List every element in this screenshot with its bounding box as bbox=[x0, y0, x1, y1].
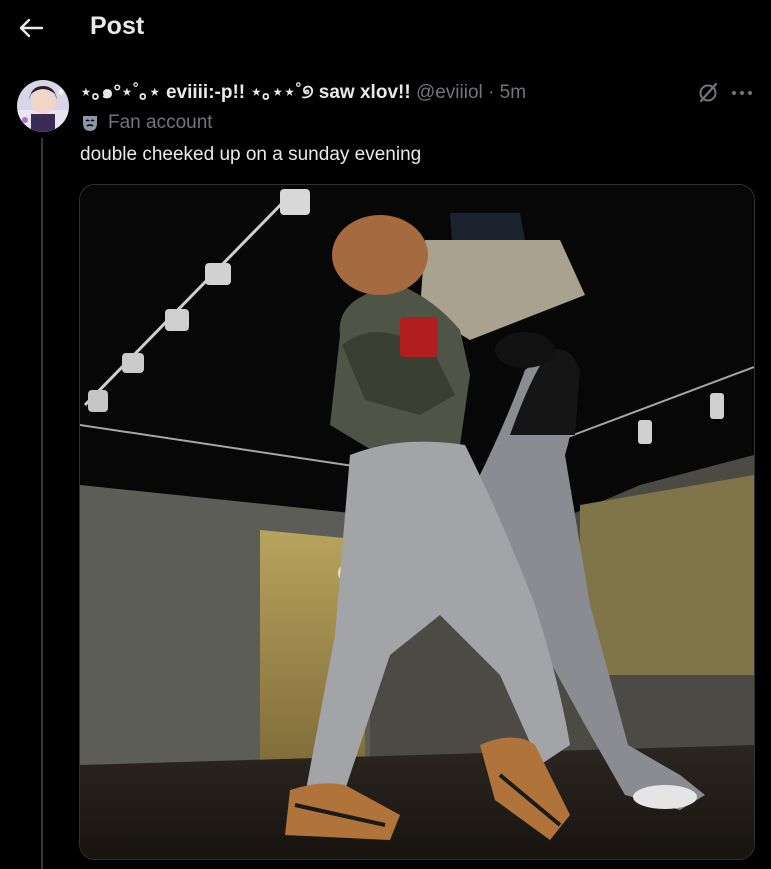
post-time[interactable]: 5m bbox=[500, 82, 526, 103]
post-header: ⋆｡๑°⋆˚｡⋆ eviiii:-p!! ⋆｡⋆⋆˚୭ saw xlov!! @… bbox=[80, 82, 526, 104]
account-label-text: Fan account bbox=[108, 112, 213, 133]
grok-icon[interactable] bbox=[696, 81, 720, 105]
top-bar: Post bbox=[0, 0, 771, 58]
post-text: double cheeked up on a sunday evening bbox=[80, 144, 422, 165]
display-name[interactable]: ⋆｡๑°⋆˚｡⋆ eviiii:-p!! ⋆｡⋆⋆˚୭ saw xlov!! bbox=[80, 82, 411, 103]
theater-mask-icon bbox=[80, 113, 100, 133]
avatar[interactable] bbox=[17, 80, 69, 132]
user-handle[interactable]: @eviiiol bbox=[416, 82, 483, 103]
page-title: Post bbox=[90, 12, 145, 40]
dance-studio-image bbox=[80, 185, 754, 859]
thread-line bbox=[41, 138, 43, 869]
post-media-image[interactable] bbox=[79, 184, 755, 860]
arrow-left-icon[interactable] bbox=[18, 14, 44, 42]
more-horizontal-icon[interactable] bbox=[728, 80, 756, 106]
account-label: Fan account bbox=[80, 112, 213, 134]
separator: · bbox=[488, 82, 495, 103]
